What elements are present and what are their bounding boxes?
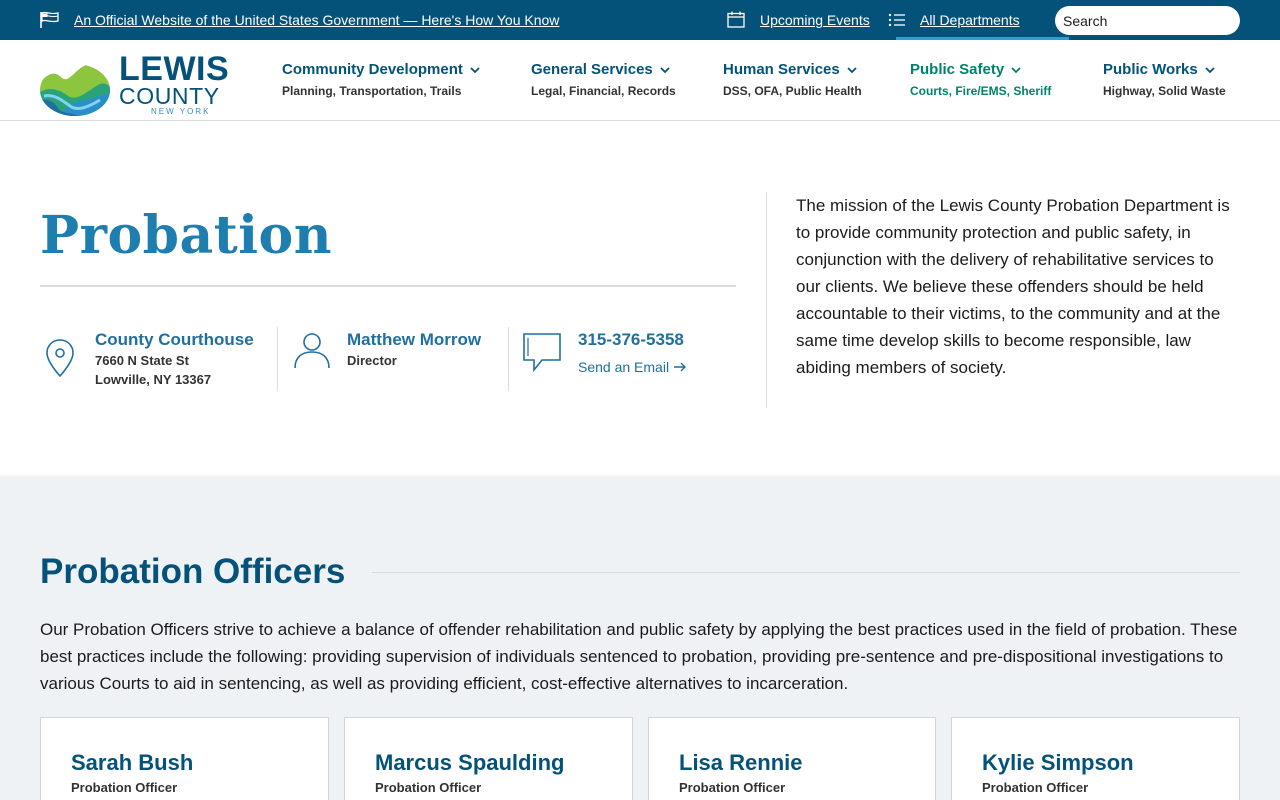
nav-title: Public Works	[1103, 61, 1198, 78]
info-divider	[277, 327, 278, 391]
logo-text-new-york: NEW YORK	[151, 107, 211, 116]
section-title: Probation Officers	[40, 552, 346, 591]
officer-role: Probation Officer	[71, 780, 178, 795]
officer-name: Marcus Spaulding	[375, 750, 565, 775]
address-line-1: 7660 N State St	[95, 353, 189, 368]
logo-text-county: COUNTY	[119, 83, 220, 109]
phone-link[interactable]: 315-376-5358	[578, 330, 684, 350]
nav-subtitle: Highway, Solid Waste	[1103, 84, 1226, 98]
nav-subtitle: Legal, Financial, Records	[531, 84, 676, 98]
officer-name: Kylie Simpson	[982, 750, 1134, 775]
officer-role: Probation Officer	[375, 780, 482, 795]
address-line-2: Lowville, NY 13367	[95, 372, 212, 387]
nav-title: Community Development	[282, 61, 463, 78]
flag-icon	[40, 11, 59, 28]
upcoming-events-link[interactable]: Upcoming Events	[760, 12, 870, 28]
search-input[interactable]	[1055, 6, 1240, 35]
page-title: Probation	[40, 205, 332, 266]
user-icon	[294, 333, 330, 369]
officer-card[interactable]: Lisa Rennie Probation Officer	[648, 717, 936, 800]
logo-text-lewis: LEWIS	[119, 50, 230, 88]
probation-officers-section: Probation Officers Our Probation Officer…	[0, 473, 1280, 800]
nav-subtitle: DSS, OFA, Public Health	[723, 84, 862, 98]
info-divider	[508, 327, 509, 391]
chat-bubble-icon	[523, 333, 561, 372]
official-website-link[interactable]: An Official Website of the United States…	[74, 12, 559, 28]
nav-subtitle: Planning, Transportation, Trails	[282, 84, 462, 98]
nav-general-services[interactable]: General Services Legal, Financial, Recor…	[531, 61, 676, 98]
logo-mountains-icon	[40, 64, 110, 116]
mission-statement: The mission of the Lewis County Probatio…	[796, 196, 1230, 377]
location-pin-icon	[46, 339, 74, 378]
calendar-icon	[727, 11, 745, 28]
nav-title: General Services	[531, 61, 653, 78]
nav-human-services[interactable]: Human Services DSS, OFA, Public Health	[723, 61, 862, 98]
list-icon	[888, 13, 905, 27]
lewis-county-logo[interactable]: LEWIS COUNTY NEW YORK	[40, 50, 230, 118]
officer-card[interactable]: Marcus Spaulding Probation Officer	[344, 717, 633, 800]
send-email-label: Send an Email	[578, 359, 670, 375]
nav-title: Human Services	[723, 61, 840, 78]
chevron-down-icon	[1205, 67, 1215, 74]
chevron-down-icon	[470, 67, 480, 74]
chevron-down-icon	[660, 67, 670, 74]
section-title-rule	[372, 572, 1240, 573]
officer-card[interactable]: Sarah Bush Probation Officer	[40, 717, 329, 800]
nav-community-development[interactable]: Community Development Planning, Transpor…	[282, 61, 481, 98]
location-link[interactable]: County Courthouse	[95, 330, 254, 350]
chevron-down-icon	[847, 67, 857, 74]
all-departments-link[interactable]: All Departments	[920, 12, 1020, 28]
section-shadow	[0, 473, 1280, 477]
nav-public-safety[interactable]: Public Safety Courts, Fire/EMS, Sheriff	[910, 61, 1051, 98]
gov-banner: An Official Website of the United States…	[0, 0, 1280, 40]
director-role: Director	[347, 353, 397, 368]
nav-title: Public Safety	[910, 61, 1005, 78]
arrow-right-icon	[674, 362, 687, 372]
nav-public-works[interactable]: Public Works Highway, Solid Waste	[1103, 61, 1226, 98]
send-email-link[interactable]: Send an Email	[578, 359, 687, 375]
nav-subtitle: Courts, Fire/EMS, Sheriff	[910, 84, 1052, 98]
officer-name: Sarah Bush	[71, 750, 194, 775]
chevron-down-icon	[1011, 67, 1021, 74]
section-description: Our Probation Officers strive to achieve…	[40, 620, 1238, 693]
title-divider	[40, 285, 736, 287]
officer-role: Probation Officer	[982, 780, 1089, 795]
officer-name: Lisa Rennie	[679, 750, 803, 775]
officer-role: Probation Officer	[679, 780, 786, 795]
site-header: LEWIS COUNTY NEW YORK Community Developm…	[0, 40, 1280, 121]
director-link[interactable]: Matthew Morrow	[347, 330, 481, 350]
mission-divider	[766, 192, 767, 408]
officer-card[interactable]: Kylie Simpson Probation Officer	[951, 717, 1240, 800]
